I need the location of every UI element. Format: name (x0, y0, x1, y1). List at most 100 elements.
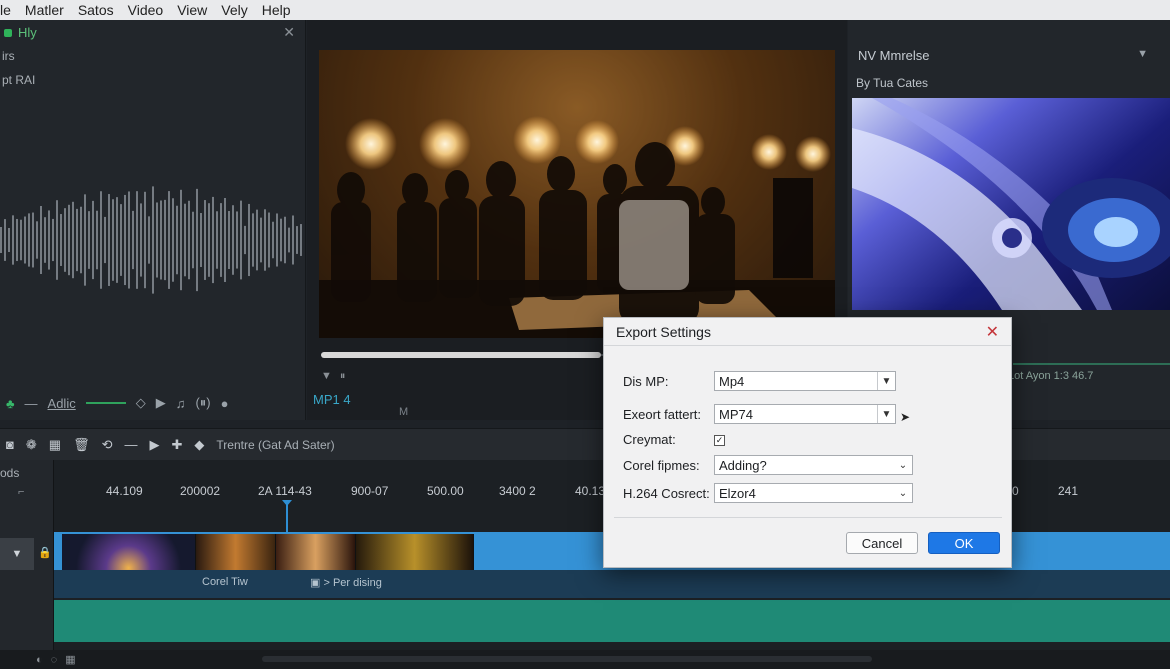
menu-bar: le Matler Satos Video View Vely Help (0, 0, 1170, 20)
waveform-bar (128, 191, 130, 289)
link-icon[interactable]: ⟲ (102, 437, 113, 453)
waveform-bar (52, 218, 54, 262)
frames-label: Corel fipmes: (623, 458, 700, 473)
source-track (1013, 363, 1170, 365)
waveform-bar (260, 217, 262, 263)
step-icon[interactable]: ⏸ (340, 370, 346, 383)
waveform-bar (108, 194, 110, 286)
waveform-bar (276, 213, 278, 267)
preview-scrubber[interactable] (321, 352, 601, 358)
waveform-bar (160, 200, 162, 280)
menu-video[interactable]: Video (128, 2, 164, 18)
playhead[interactable] (282, 500, 292, 532)
waveform-bar (0, 227, 2, 253)
menu-view[interactable]: View (177, 2, 207, 18)
creymat-checkbox[interactable]: ✓ (714, 435, 725, 446)
marker-icon[interactable]: ▼ (321, 370, 332, 383)
audio-track[interactable] (54, 600, 1170, 642)
waveform-bar (84, 194, 86, 286)
waveform-bar (204, 200, 206, 280)
waveform-bar (208, 203, 210, 277)
play-icon[interactable]: ▶ (149, 437, 159, 453)
waveform-bar (176, 205, 178, 275)
export-preset-select[interactable]: MP74 ▼ (714, 404, 896, 424)
ok-button[interactable]: OK (928, 532, 1000, 554)
track-options-icon[interactable]: ⌐ (18, 486, 24, 498)
mic-icon[interactable]: ♣ (6, 396, 15, 411)
audio-label[interactable]: Adlic (48, 396, 76, 411)
close-icon[interactable]: ✕ (986, 322, 999, 342)
grid-icon[interactable]: ▦ (65, 653, 75, 666)
toolbar-label[interactable]: Trentre (Gat Ad Sater) (216, 438, 334, 452)
audio-panel-title: Hly (18, 24, 37, 40)
abstract-render-image (852, 98, 1170, 310)
waveform-bar (236, 211, 238, 269)
waveform-bar (244, 225, 246, 255)
waveform-bar (120, 204, 122, 276)
menu-satos[interactable]: Satos (78, 2, 114, 18)
menu-file[interactable]: le (0, 2, 11, 18)
waveform-bar (28, 213, 30, 267)
video-preview[interactable] (319, 50, 835, 338)
audio-waveform[interactable] (0, 160, 304, 320)
menu-help[interactable]: Help (262, 2, 291, 18)
grid-icon[interactable]: ▦ (49, 437, 61, 453)
waveform-bar (144, 191, 146, 289)
audio-panel-line-1: irs (2, 49, 15, 63)
waveform-bar (80, 206, 82, 274)
preview-controls: ▼ ⏸ (321, 370, 345, 383)
format-select[interactable]: Mp4 ▼ (714, 371, 896, 391)
loop-icon[interactable]: ◌ (51, 654, 58, 666)
camera-icon[interactable]: ◙ (6, 437, 14, 452)
waveform-bar (100, 191, 102, 289)
track-dropdown-chevron-icon[interactable]: ▼ (0, 538, 34, 570)
close-icon[interactable]: ✕ (283, 24, 295, 41)
play-icon[interactable]: ▶ (156, 395, 166, 411)
info-icon[interactable]: ● (221, 396, 229, 411)
menu-vely[interactable]: Vely (221, 2, 247, 18)
diamond-icon[interactable]: ◆ (194, 437, 204, 453)
minus-icon[interactable]: — (25, 396, 38, 411)
source-thumbnail[interactable] (852, 98, 1170, 310)
diamond-icon[interactable]: ◇ (136, 395, 146, 411)
frames-select[interactable]: Adding? ⌄ (714, 455, 913, 475)
format-label: Dis MP: (623, 374, 669, 389)
add-icon[interactable]: ✚ (171, 437, 182, 453)
waveform-bar (196, 188, 198, 292)
chevron-down-icon: ▼ (877, 405, 895, 423)
source-subtitle: By Tua Cates (856, 76, 929, 90)
lock-icon[interactable]: 🔒 (38, 546, 52, 559)
clip-icon: ▣ > (310, 577, 333, 589)
waveform-bar (220, 203, 222, 277)
level-line (85, 402, 126, 404)
codec-select[interactable]: Elzor4 ⌄ (714, 483, 913, 503)
ruler-tick-label: 2A 114-43 (258, 484, 312, 498)
waveform-bar (288, 227, 290, 253)
waveform-bar (20, 219, 22, 261)
horizontal-scrollbar[interactable] (262, 656, 872, 662)
audio-panel-line-2: pt RAI (2, 73, 36, 87)
waveform-bar (184, 203, 186, 277)
waveform-bar (64, 208, 66, 272)
music-note-icon[interactable]: ♫ (176, 396, 186, 411)
waveform-bar (8, 227, 10, 253)
chevron-down-icon[interactable]: ▼ (1137, 48, 1148, 60)
refresh-icon[interactable]: ◐ (36, 654, 43, 666)
cancel-button[interactable]: Cancel (846, 532, 918, 554)
source-title: NV Mmrelse (858, 48, 930, 63)
waveform-bar (284, 216, 286, 264)
minus-icon[interactable]: — (124, 437, 137, 452)
waveform-bar (148, 216, 150, 264)
trash-icon[interactable]: 🗑 (73, 437, 90, 453)
menu-matler[interactable]: Matler (25, 2, 64, 18)
waveform-bar (300, 224, 302, 256)
waveform-bar (132, 210, 134, 270)
codec-value: Elzor4 (719, 486, 756, 501)
waveform-bar (124, 194, 126, 286)
waveform-bar (248, 203, 250, 277)
waveform-bar (68, 204, 70, 276)
audio-mode-icon[interactable]: (⏸) (195, 395, 210, 411)
waveform-bar (112, 199, 114, 281)
waveform-bar (172, 198, 174, 282)
palette-icon[interactable]: ❁ (26, 437, 37, 453)
